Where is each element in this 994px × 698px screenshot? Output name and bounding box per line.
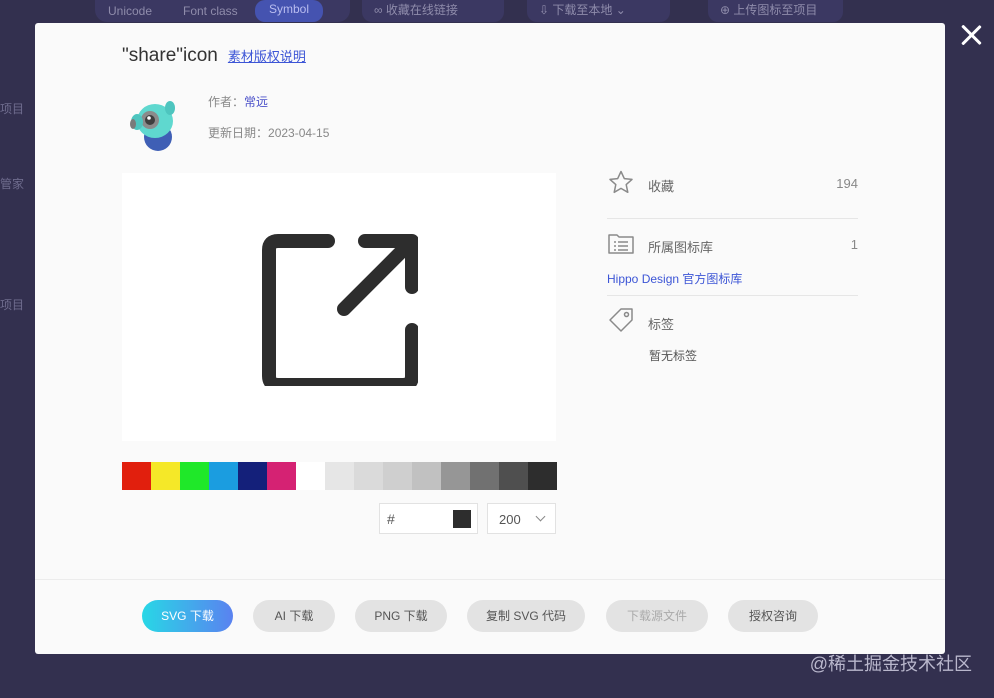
- color-swatch[interactable]: [296, 462, 325, 490]
- color-swatch[interactable]: [122, 462, 151, 490]
- color-swatches: [122, 462, 557, 490]
- download-source-button[interactable]: 下载源文件: [606, 600, 708, 632]
- ai-download-button[interactable]: AI 下载: [253, 600, 335, 632]
- footer-divider: [35, 579, 945, 580]
- color-swatch[interactable]: [267, 462, 296, 490]
- tags-row: 标签: [607, 306, 858, 336]
- no-tags-text: 暂无标签: [649, 349, 698, 363]
- color-swatch[interactable]: [383, 462, 412, 490]
- divider: [607, 295, 858, 296]
- background-action-online-link: ∞ 收藏在线链接: [362, 0, 504, 22]
- divider: [607, 218, 858, 219]
- background-side-item: 项目: [0, 102, 25, 116]
- updated-meta: 更新日期：2023-04-15: [208, 124, 329, 141]
- background-action-upload: ⊕ 上传图标至项目: [708, 0, 843, 22]
- icon-preview: [122, 173, 556, 441]
- close-icon[interactable]: [958, 22, 984, 48]
- background-action-download: ⇩ 下载至本地 ⌄: [527, 0, 670, 22]
- library-label: 所属图标库: [648, 240, 714, 255]
- author-avatar[interactable]: [125, 95, 183, 155]
- star-icon[interactable]: [607, 169, 635, 197]
- tag-icon: [609, 308, 633, 332]
- favorites-count: 194: [836, 176, 858, 191]
- tags-label: 标签: [648, 317, 675, 332]
- color-swatch[interactable]: [528, 462, 557, 490]
- updated-label: 更新日期：: [208, 126, 269, 140]
- background-tab-bar: Unicode Font class Symbol: [95, 0, 350, 22]
- color-swatch[interactable]: [499, 462, 528, 490]
- background-side-item: 管家: [0, 177, 25, 191]
- png-download-button[interactable]: PNG 下载: [355, 600, 447, 632]
- library-icon: [608, 234, 634, 254]
- license-inquiry-button[interactable]: 授权咨询: [728, 600, 818, 632]
- author-label: 作者：: [208, 95, 245, 109]
- color-swatch[interactable]: [209, 462, 238, 490]
- color-swatch[interactable]: [470, 462, 499, 490]
- library-count: 1: [850, 237, 858, 252]
- icon-detail-modal: "share"icon 素材版权说明 作者：常远 更新日期：2023-04-15…: [35, 23, 945, 654]
- color-swatch[interactable]: [325, 462, 354, 490]
- favorites-row[interactable]: 收藏 194: [607, 169, 858, 199]
- size-value: 200: [499, 512, 521, 527]
- color-swatch[interactable]: [151, 462, 180, 490]
- author-meta: 作者：常远: [208, 93, 268, 110]
- chevron-down-icon: [535, 511, 546, 522]
- background-tab-font-class: Font class: [183, 4, 238, 18]
- background-side-item: 项目: [0, 298, 25, 312]
- color-swatch[interactable]: [441, 462, 470, 490]
- license-link[interactable]: 素材版权说明: [228, 46, 306, 65]
- library-link[interactable]: Hippo Design 官方图标库: [607, 270, 742, 287]
- background-tab-unicode: Unicode: [108, 4, 153, 18]
- size-select[interactable]: 200: [487, 503, 556, 534]
- share-icon: [262, 234, 418, 386]
- copy-svg-code-button[interactable]: 复制 SVG 代码: [467, 600, 585, 632]
- color-swatch[interactable]: [238, 462, 267, 490]
- color-swatch[interactable]: [354, 462, 383, 490]
- current-color-chip[interactable]: [453, 510, 471, 528]
- library-row: 所属图标库 1: [607, 229, 858, 259]
- svg-download-button[interactable]: SVG 下载: [142, 600, 233, 632]
- updated-date: 2023-04-15: [268, 126, 330, 140]
- background-tab-symbol: Symbol: [255, 0, 324, 22]
- color-swatch[interactable]: [180, 462, 209, 490]
- title-row: "share"icon 素材版权说明: [122, 45, 306, 67]
- hex-color-input[interactable]: #: [379, 503, 478, 534]
- color-swatch[interactable]: [412, 462, 441, 490]
- author-name[interactable]: 常远: [244, 95, 268, 109]
- watermark: @稀土掘金技术社区: [809, 654, 972, 674]
- favorites-label: 收藏: [648, 179, 675, 194]
- hex-prefix: #: [387, 511, 395, 527]
- icon-title: "share"icon: [122, 45, 218, 66]
